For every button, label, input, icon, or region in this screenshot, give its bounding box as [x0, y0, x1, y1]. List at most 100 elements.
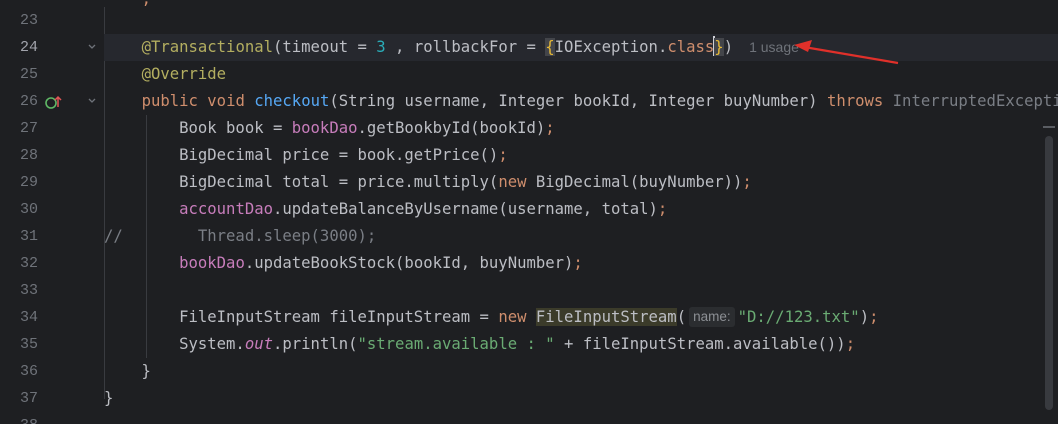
code-line[interactable]: FileInputStream fileInputStream = new Fi… — [104, 304, 1058, 331]
code-line-empty[interactable] — [104, 277, 1058, 304]
code-text: ( — [676, 308, 687, 326]
override-method-icon[interactable] — [45, 94, 63, 110]
gutter-line: 23 — [0, 7, 104, 34]
code-text: System. — [104, 335, 245, 353]
line-number: 34 — [19, 309, 38, 326]
code-semicolon: ; — [845, 335, 856, 353]
code-semicolon: ; — [498, 146, 508, 164]
code-line[interactable]: @Override — [104, 61, 1058, 88]
code-text: BigDecimal price = book.getPrice() — [104, 146, 499, 164]
code-text: (String username, Integer bookId, Intege… — [329, 92, 827, 110]
highlighted-constructor: FileInputStream — [535, 308, 677, 326]
code-line[interactable]: Book book = bookDao.getBookbyId(bookId); — [104, 115, 1058, 142]
code-text: + fileInputStream.available()) — [554, 335, 846, 353]
code-number: 3 — [376, 38, 386, 56]
code-area[interactable]: ; @Transactional(timeout = 3 , rollbackF… — [104, 0, 1058, 424]
matched-brace: } — [714, 38, 724, 56]
code-class-ref: IOException — [554, 38, 658, 56]
chevron-down-icon[interactable] — [88, 97, 96, 105]
code-text: Book book = — [104, 119, 292, 137]
line-number: 32 — [19, 255, 38, 272]
code-text: BigDecimal total = price.multiply( — [104, 173, 499, 191]
code-comment: // Thread.sleep(3000); — [104, 227, 377, 245]
code-text: FileInputStream fileInputStream = — [104, 308, 499, 326]
code-field: bookDao — [179, 254, 245, 272]
code-text: } — [104, 389, 114, 407]
gutter-line: 35 — [0, 331, 104, 358]
code-keyword: public — [141, 92, 198, 110]
code-text: .updateBookStock(bookId, buyNumber) — [244, 254, 574, 272]
line-number: 38 — [0, 412, 38, 424]
line-number: 23 — [19, 12, 38, 29]
code-line[interactable]: bookDao.updateBookStock(bookId, buyNumbe… — [104, 250, 1058, 277]
code-semicolon: ; — [142, 0, 151, 8]
code-line[interactable]: System.out.println("stream.available : "… — [104, 331, 1058, 358]
gutter-line: 29 — [0, 169, 104, 196]
code-text: , rollbackFor = — [385, 38, 546, 56]
line-number: 36 — [19, 363, 38, 380]
code-line-current[interactable]: @Transactional(timeout = 3 , rollbackFor… — [104, 34, 1058, 61]
code-annotation: @Override — [141, 65, 227, 83]
code-text: ) — [859, 308, 870, 326]
code-text: . — [657, 38, 668, 56]
code-keyword: class — [667, 38, 715, 56]
line-number: 27 — [19, 120, 38, 137]
code-text: .getBookbyId(bookId) — [357, 119, 546, 137]
line-number: 24 — [19, 39, 38, 56]
code-line[interactable]: BigDecimal total = price.multiply(new Bi… — [104, 169, 1058, 196]
code-text: .println( — [273, 335, 358, 353]
vertical-scrollbar[interactable] — [1045, 136, 1053, 410]
code-text: } — [104, 362, 151, 380]
code-line[interactable]: accountDao.updateBalanceByUsername(usern… — [104, 196, 1058, 223]
chevron-down-icon[interactable] — [88, 43, 96, 51]
line-number: 30 — [19, 201, 38, 218]
error-stripe-marker[interactable] — [1043, 126, 1055, 128]
code-keyword: void — [207, 92, 245, 110]
editor-gutter[interactable]: 23 24 25 26 27 28 29 30 31 32 33 34 35 3… — [0, 0, 104, 424]
code-line[interactable]: ; — [104, 0, 1058, 13]
gutter-line: 36 — [0, 358, 104, 385]
code-text: .updateBalanceByUsername(username, total… — [273, 200, 658, 218]
code-keyword: new — [498, 308, 527, 326]
code-line[interactable]: public void checkout(String username, In… — [104, 88, 1058, 115]
matched-brace: { — [545, 38, 555, 56]
code-semicolon: ; — [545, 119, 555, 137]
gutter-line: 37 — [0, 385, 104, 412]
line-number: 37 — [19, 390, 38, 407]
code-text: (timeout = — [273, 38, 377, 56]
code-text: InterruptedException — [892, 92, 1058, 110]
code-semicolon: ; — [573, 254, 583, 272]
code-field: bookDao — [291, 119, 358, 137]
code-field: accountDao — [179, 200, 273, 218]
code-semicolon: ; — [657, 200, 668, 218]
gutter-line: 38 — [0, 412, 104, 424]
gutter-line: 27 — [0, 115, 104, 142]
code-string: "D://123.txt" — [737, 308, 860, 326]
gutter-line: 26 — [0, 88, 104, 115]
code-editor[interactable]: 23 24 25 26 27 28 29 30 31 32 33 34 35 3… — [0, 0, 1058, 424]
code-keyword: throws — [826, 92, 884, 110]
line-number: 33 — [19, 282, 38, 299]
line-number: 31 — [19, 228, 38, 245]
code-text: BigDecimal(buyNumber)) — [526, 173, 743, 191]
gutter-line: 34 — [0, 304, 104, 331]
code-line[interactable]: } — [104, 358, 1058, 385]
gutter-line: 24 — [0, 34, 104, 61]
code-text: ) — [723, 38, 734, 56]
code-line[interactable]: } — [104, 385, 1058, 412]
line-number: 25 — [19, 66, 38, 83]
line-number: 26 — [19, 93, 38, 110]
code-line-comment[interactable]: // Thread.sleep(3000); — [104, 223, 1058, 250]
parameter-hint: name: — [689, 307, 735, 327]
gutter-line: 33 — [0, 277, 104, 304]
code-line[interactable]: BigDecimal price = book.getPrice(); — [104, 142, 1058, 169]
